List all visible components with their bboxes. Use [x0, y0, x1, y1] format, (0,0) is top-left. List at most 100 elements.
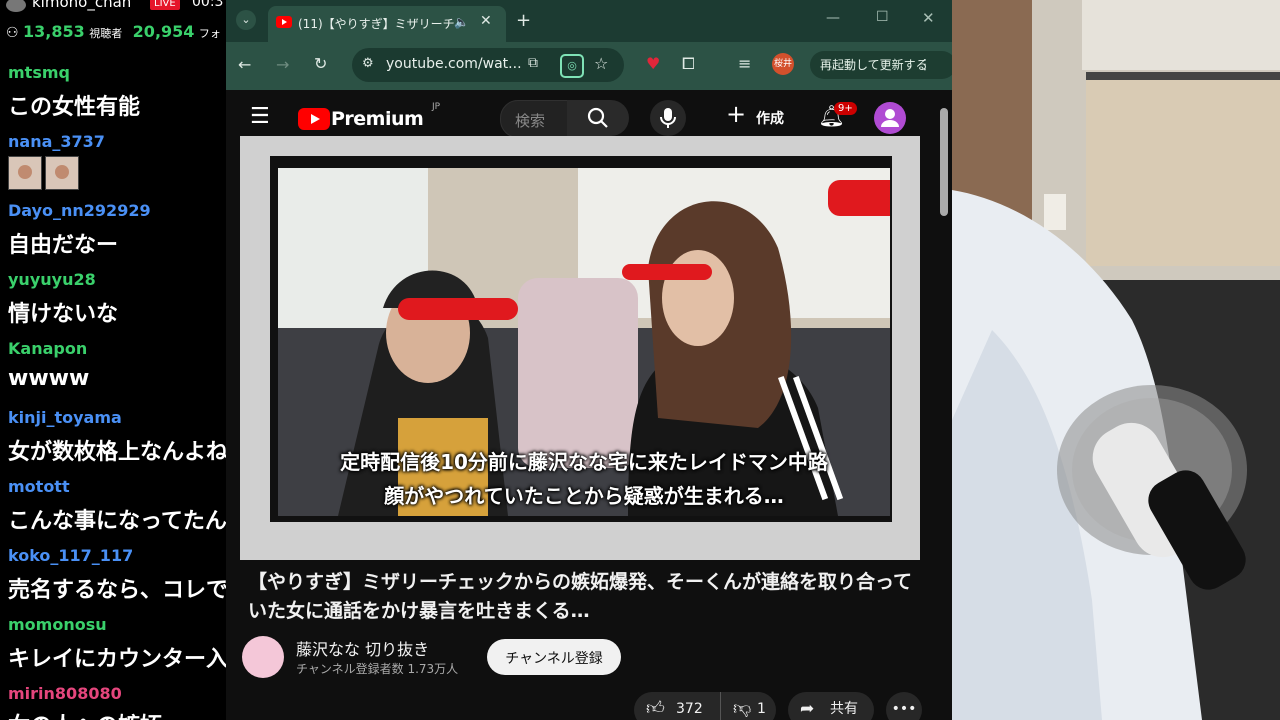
chat-message: wwww [8, 366, 90, 391]
redaction-mark [828, 180, 890, 216]
redaction-mark [622, 264, 712, 280]
omnibox[interactable]: ⚙ youtube.com/wat... ⧉ ◎ ☆ [352, 48, 624, 82]
tab-bar: ⌄ (11)【やりすぎ】ミザリーチェックか 🔈 ✕ + — ☐ ✕ [226, 0, 952, 42]
relaunch-to-update-button[interactable]: 再起動して更新する ⋮ [810, 51, 952, 79]
new-tab-icon[interactable]: + [516, 10, 531, 31]
search-input[interactable]: 検索 [500, 100, 568, 138]
maximize-icon[interactable]: ☐ [876, 9, 889, 25]
chat-username[interactable]: nana_3737 [8, 132, 105, 151]
chat-message: こんな事になってたん [8, 509, 226, 534]
thumbs-up-icon: 👍︎ [646, 698, 665, 719]
tab-title: (11)【やりすぎ】ミザリーチェックか [298, 17, 458, 31]
plus-icon: + [726, 100, 747, 128]
follower-count: 20,954 [132, 22, 195, 41]
user-icon [881, 109, 899, 127]
hamburger-menu-icon[interactable]: ☰ [250, 104, 270, 129]
chat-panel: kimono_chan LIVE 00:3 ⚇ 13,853 視聴者 20,95… [0, 0, 226, 720]
reload-icon[interactable]: ↻ [314, 54, 327, 73]
chat-message: 女の人への嫉妬 [8, 708, 162, 720]
video-caption-line1: 定時配信後10分前に藤沢なな宅に来たレイドマン中路 [340, 450, 828, 474]
thumbs-down-icon: 👎︎ [733, 698, 752, 719]
search-placeholder: 検索 [515, 112, 546, 130]
share-button[interactable]: ➦ 共有 [788, 692, 874, 720]
webcam-image [952, 0, 1280, 720]
menu-kebab-icon[interactable]: ⋮ [918, 51, 932, 79]
live-badge: LIVE [150, 0, 180, 10]
close-window-icon[interactable]: ✕ [922, 9, 935, 27]
like-dislike-group: 👍︎ 372 👎︎ 1 [634, 692, 776, 720]
video-frame: 定時配信後10分前に藤沢なな宅に来たレイドマン中路 顔がやつれていたことから疑惑… [270, 156, 892, 522]
like-count: 372 [676, 701, 703, 717]
chat-message: 自由だなー [8, 233, 119, 258]
stream-stats: ⚇ 13,853 視聴者 20,954 フォ [6, 22, 221, 41]
dislike-count: 1 [757, 701, 766, 717]
microphone-icon [660, 108, 676, 128]
chat-message: 女が数枚格上なんよね [8, 440, 226, 465]
install-app-icon[interactable]: ⧉ [528, 55, 538, 71]
chat-username[interactable]: motott [8, 477, 70, 496]
chat-username[interactable]: koko_117_117 [8, 546, 133, 565]
media-control-icon[interactable]: ≡ [738, 54, 751, 73]
webcam-feed [952, 0, 1280, 720]
forward-icon[interactable]: → [276, 55, 289, 74]
logo-text: Premium [331, 108, 424, 130]
chat-username[interactable]: momonosu [8, 615, 107, 634]
emote-icon [45, 156, 79, 190]
chat-username[interactable]: Dayo_nn292929 [8, 201, 151, 220]
redaction-mark [398, 298, 518, 320]
share-icon: ➦ [800, 699, 815, 719]
back-icon[interactable]: ← [238, 55, 251, 74]
tab-audio-icon[interactable]: 🔈 [454, 15, 469, 29]
logo-region: JP [432, 102, 441, 112]
video-title: 【やりすぎ】ミザリーチェックからの嫉妬爆発、そーくんが連絡を取り合っていた女に通… [248, 571, 913, 622]
url-text[interactable]: youtube.com/wat... [386, 56, 522, 72]
youtube-play-icon [298, 108, 330, 130]
like-button[interactable]: 👍︎ 372 [634, 692, 716, 720]
share-label: 共有 [830, 701, 858, 717]
chat-message: キレイにカウンター入 [8, 647, 226, 672]
video-player[interactable]: 定時配信後10分前に藤沢なな宅に来たレイドマン中路 顔がやつれていたことから疑惑… [240, 136, 920, 560]
browser-window: ⌄ (11)【やりすぎ】ミザリーチェックか 🔈 ✕ + — ☐ ✕ ← → ↻ … [226, 0, 952, 720]
bookmark-star-icon[interactable]: ☆ [594, 54, 608, 73]
profile-avatar[interactable]: 桜井 [772, 53, 794, 75]
more-horizontal-icon: ••• [891, 701, 917, 717]
chat-message: 売名するなら、コレで [8, 578, 226, 603]
page-scrollbar[interactable] [940, 108, 948, 216]
chat-username[interactable]: mirin808080 [8, 684, 122, 703]
lens-icon[interactable]: ◎ [560, 54, 584, 78]
channel-name[interactable]: 藤沢なな 切り抜き [296, 636, 429, 660]
tab-close-icon[interactable]: ✕ [480, 13, 492, 29]
subscribe-button[interactable]: チャンネル登録 [487, 639, 621, 675]
viewer-label: 視聴者 [89, 27, 123, 40]
account-avatar[interactable] [874, 102, 906, 134]
chat-username[interactable]: yuyuyu28 [8, 270, 96, 289]
streamer-name: kimono_chan [32, 0, 132, 11]
chat-message: 情けないな [8, 302, 119, 327]
viewers-icon: ⚇ [6, 25, 19, 41]
chat-username[interactable]: kinji_toyama [8, 408, 122, 427]
address-bar-row: ← → ↻ ⚙ youtube.com/wat... ⧉ ◎ ☆ ♥ ⧠ ≡ 桜… [226, 42, 952, 90]
channel-avatar[interactable] [242, 636, 284, 678]
chat-username[interactable]: mtsmq [8, 63, 70, 82]
follower-label: フォ [198, 27, 221, 40]
notification-badge: 9+ [834, 102, 857, 115]
create-label: 作成 [756, 111, 784, 127]
search-icon [587, 107, 608, 128]
viewer-count: 13,853 [23, 22, 85, 41]
voice-search-button[interactable] [650, 100, 686, 136]
tab-search-icon[interactable]: ⌄ [236, 10, 256, 30]
chat-username[interactable]: Kanapon [8, 339, 87, 358]
browser-tab[interactable]: (11)【やりすぎ】ミザリーチェックか 🔈 ✕ [268, 6, 506, 42]
youtube-favicon-icon [276, 16, 292, 28]
site-info-icon[interactable]: ⚙ [362, 56, 374, 71]
extensions-icon[interactable]: ⧠ [682, 54, 695, 74]
search-button[interactable] [567, 100, 629, 136]
minimize-icon[interactable]: — [826, 10, 840, 26]
stream-timer: 00:3 [192, 0, 224, 10]
channel-subscriber-count: チャンネル登録者数 1.73万人 [296, 662, 459, 676]
more-actions-button[interactable]: ••• [886, 692, 922, 720]
chat-header: kimono_chan LIVE 00:3 ⚇ 13,853 視聴者 20,95… [0, 0, 226, 46]
dislike-button[interactable]: 👎︎ 1 [720, 692, 777, 720]
streamer-avatar [6, 0, 26, 12]
extension-shield-icon[interactable]: ♥ [646, 54, 660, 73]
